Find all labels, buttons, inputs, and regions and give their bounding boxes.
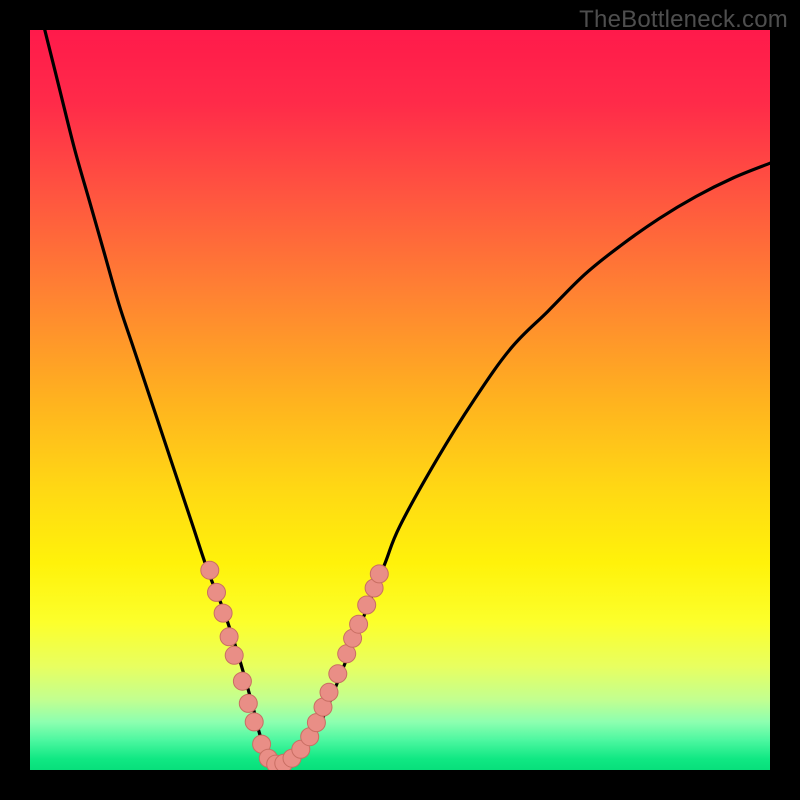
curve-layer (30, 30, 770, 770)
dot (201, 561, 219, 579)
highlight-dots (201, 561, 388, 770)
dot (208, 583, 226, 601)
dot (220, 628, 238, 646)
plot-area (30, 30, 770, 770)
dot (239, 694, 257, 712)
dot (329, 665, 347, 683)
dot (245, 713, 263, 731)
watermark-text: TheBottleneck.com (579, 6, 788, 34)
dot (350, 615, 368, 633)
dot (233, 672, 251, 690)
dot (358, 596, 376, 614)
bottleneck-curve (45, 30, 770, 766)
dot (370, 565, 388, 583)
dot (225, 646, 243, 664)
dot (320, 683, 338, 701)
chart-frame: TheBottleneck.com (0, 0, 800, 800)
dot (214, 604, 232, 622)
